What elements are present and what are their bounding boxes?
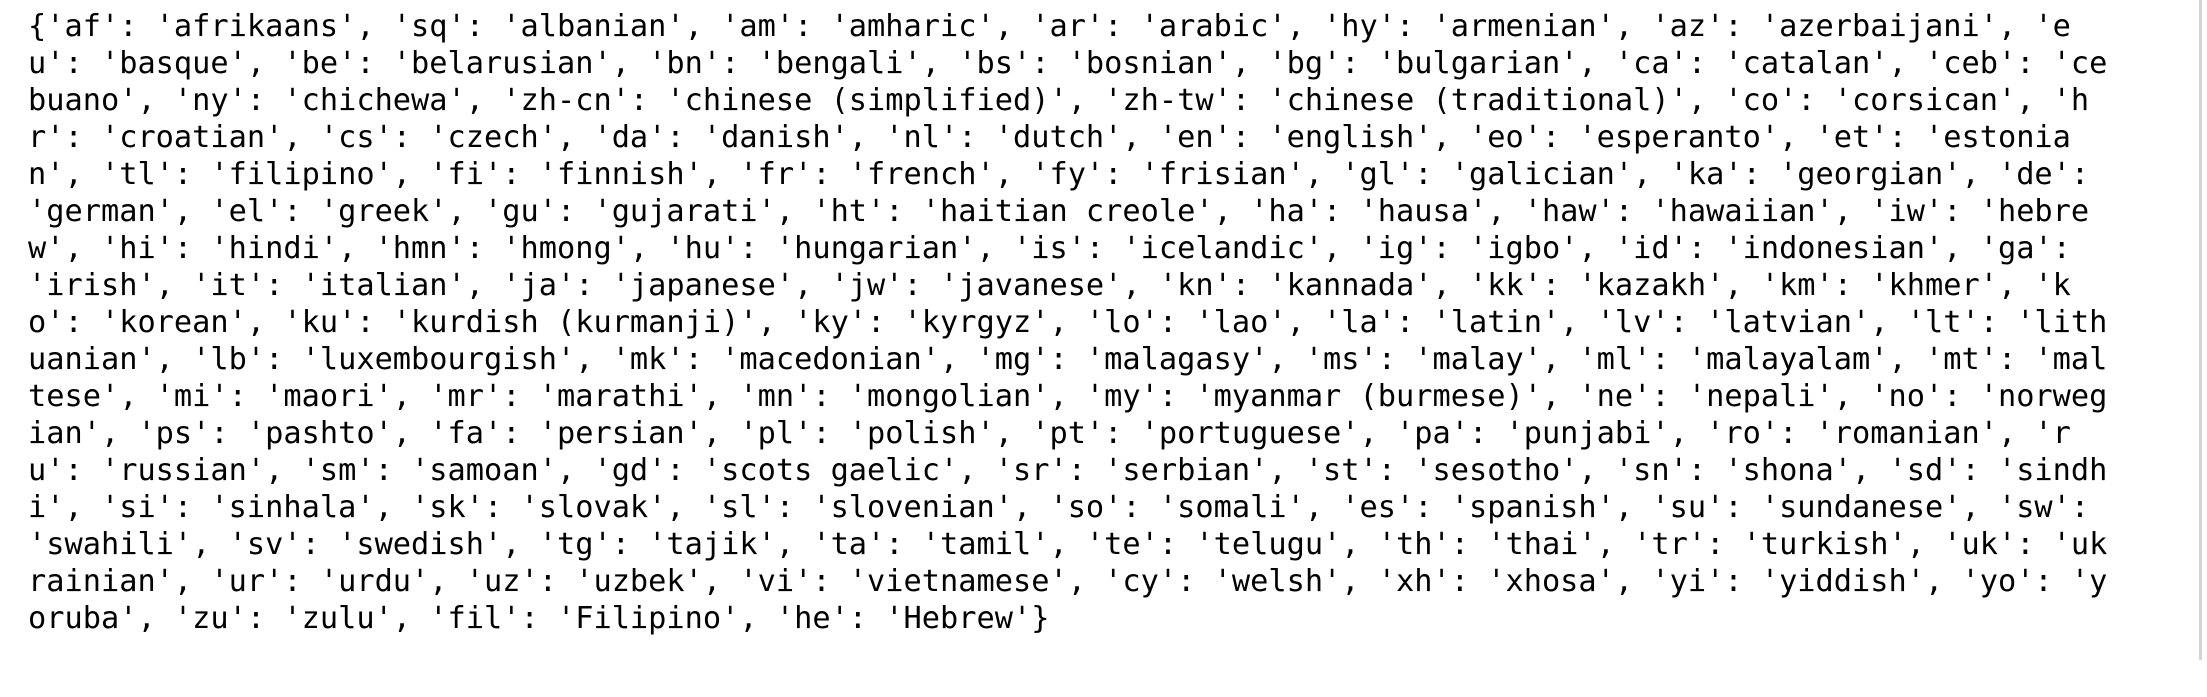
output-line: i', 'si': 'sinhala', 'sk': 'slovak', 'sl… (28, 490, 2090, 525)
output-line: 'irish', 'it': 'italian', 'ja': 'japanes… (28, 268, 2071, 303)
output-line: u': 'basque', 'be': 'belarusian', 'bn': … (28, 46, 2108, 81)
output-line: w', 'hi': 'hindi', 'hmn': 'hmong', 'hu':… (28, 231, 2071, 266)
output-line: o': 'korean', 'ku': 'kurdish (kurmanji)'… (28, 305, 2108, 340)
output-text: {'af': 'afrikaans', 'sq': 'albanian', 'a… (28, 8, 2178, 637)
output-line: buano', 'ny': 'chichewa', 'zh-cn': 'chin… (28, 83, 2090, 118)
output-line: uanian', 'lb': 'luxembourgish', 'mk': 'm… (28, 342, 2108, 377)
output-line: ian', 'ps': 'pashto', 'fa': 'persian', '… (28, 416, 2071, 451)
output-line: 'german', 'el': 'greek', 'gu': 'gujarati… (28, 194, 2090, 229)
output-line: rainian', 'ur': 'urdu', 'uz': 'uzbek', '… (28, 564, 2108, 599)
cell-output-area: {'af': 'afrikaans', 'sq': 'albanian', 'a… (0, 0, 2198, 697)
output-line: {'af': 'afrikaans', 'sq': 'albanian', 'a… (28, 9, 2071, 44)
output-line: tese', 'mi': 'maori', 'mr': 'marathi', '… (28, 379, 2108, 414)
output-scroll-edge (2199, 0, 2202, 660)
output-line: 'swahili', 'sv': 'swedish', 'tg': 'tajik… (28, 527, 2108, 562)
output-line: n', 'tl': 'filipino', 'fi': 'finnish', '… (28, 157, 2090, 192)
output-line: oruba', 'zu': 'zulu', 'fil': 'Filipino',… (28, 601, 1050, 636)
output-line: r': 'croatian', 'cs': 'czech', 'da': 'da… (28, 120, 2071, 155)
output-line: u': 'russian', 'sm': 'samoan', 'gd': 'sc… (28, 453, 2108, 488)
